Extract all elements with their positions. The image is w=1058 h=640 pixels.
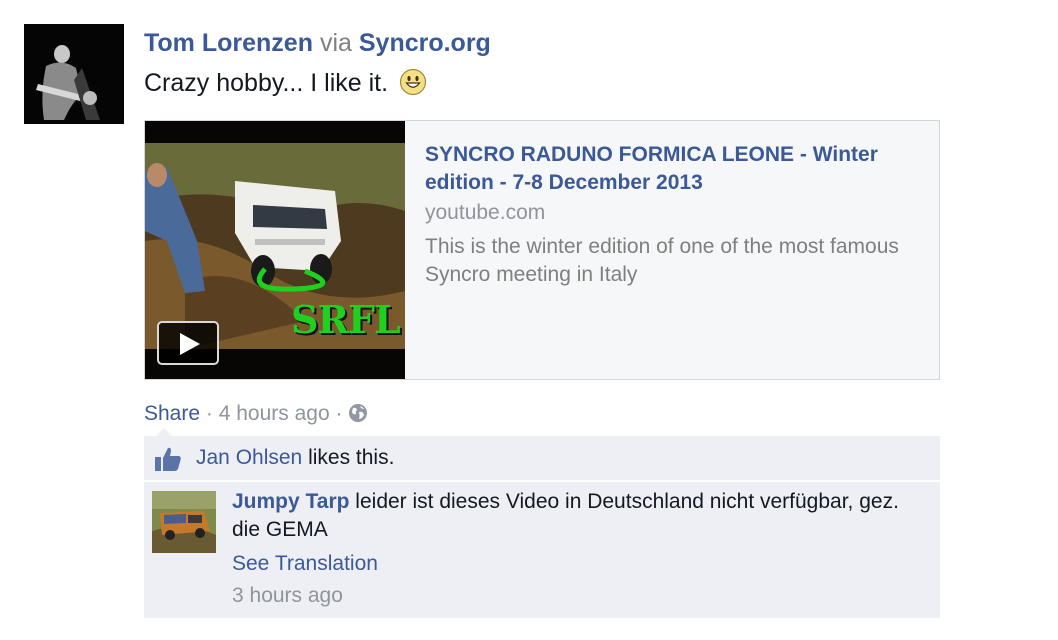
ufi-divider — [144, 480, 940, 482]
attachment-text: SYNCRO RADUNO FORMICA LEONE - Winter edi… — [425, 141, 915, 289]
likes-text: Jan Ohlsen likes this. — [196, 444, 394, 472]
play-icon — [180, 333, 200, 355]
meta-separator: · — [335, 402, 343, 425]
commenter-name-link[interactable]: Jumpy Tarp — [232, 490, 349, 513]
thumbnail-overlay-text: SRFL — [291, 297, 401, 342]
comment-timestamp[interactable]: 3 hours ago — [232, 582, 343, 610]
via-label: via — [319, 29, 352, 57]
story-header: Tom Lorenzen via Syncro.org — [144, 26, 491, 60]
globe-icon[interactable] — [348, 403, 368, 431]
story-message: Crazy hobby... I like it. — [144, 66, 427, 105]
meta-separator: · — [205, 402, 213, 425]
attachment-source: youtube.com — [425, 201, 546, 224]
share-link[interactable]: Share — [144, 402, 200, 425]
commenter-avatar[interactable] — [152, 491, 216, 553]
author-avatar[interactable] — [24, 24, 124, 124]
like-icon — [154, 446, 182, 477]
feed-story: Tom Lorenzen via Syncro.org Crazy hobby.… — [0, 0, 1058, 640]
liker-name-link[interactable]: Jan Ohlsen — [196, 446, 302, 469]
ufi-container: Jan Ohlsen likes this. Jumpy Tarp leider… — [144, 428, 940, 618]
author-name-link[interactable]: Tom Lorenzen — [144, 29, 313, 57]
video-thumbnail[interactable]: SRFL — [145, 121, 405, 379]
ufi-pointer — [156, 428, 172, 436]
app-name-link[interactable]: Syncro.org — [359, 29, 491, 57]
smiley-icon — [399, 68, 427, 105]
video-attachment[interactable]: SRFL SYNCRO RADUNO FORMICA LEONE - Winte… — [144, 120, 940, 380]
likes-sentence: Jan Ohlsen likes this. — [144, 436, 940, 480]
story-meta: Share · 4 hours ago · — [144, 400, 368, 431]
comment-body: Jumpy Tarp leider ist dieses Video in De… — [232, 488, 922, 544]
see-translation-link[interactable]: See Translation — [232, 550, 378, 578]
story-timestamp[interactable]: 4 hours ago — [219, 402, 330, 425]
play-button[interactable] — [157, 321, 219, 365]
message-text: Crazy hobby... I like it. — [144, 69, 389, 97]
attachment-title-link[interactable]: SYNCRO RADUNO FORMICA LEONE - Winter edi… — [425, 141, 915, 197]
likes-suffix: likes this. — [302, 446, 395, 469]
attachment-description: This is the winter edition of one of the… — [425, 235, 899, 286]
